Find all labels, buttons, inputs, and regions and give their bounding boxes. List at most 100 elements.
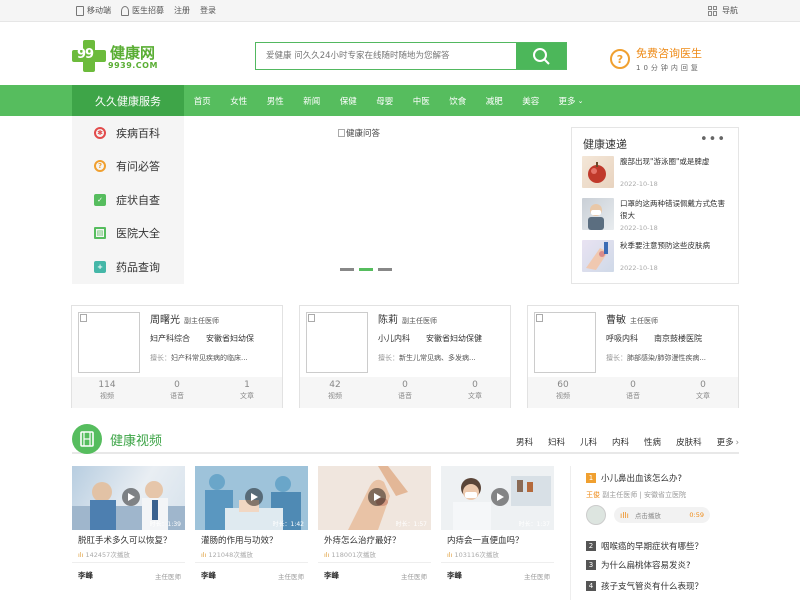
stat-audio[interactable]: 0 语音	[142, 377, 212, 408]
video-doctor[interactable]: 李峰	[78, 570, 93, 581]
nav-more[interactable]: 更多 ⌄	[549, 85, 593, 116]
nav-item[interactable]: 新闻	[294, 85, 331, 116]
tab-pediatrics[interactable]: 儿科	[580, 436, 597, 448]
logo-domain: 9939.COM	[108, 61, 158, 70]
free-consult[interactable]: ? 免费咨询医生 10分钟内回复	[610, 45, 702, 73]
doctor-card[interactable]: 曹敏 主任医师 呼吸内科 南京鼓楼医院 擅长：肺部感染/肺弥漫性疾病... 60 视频…	[527, 305, 739, 408]
play-icon[interactable]	[245, 488, 263, 506]
stat-videos[interactable]: 114 视频	[72, 377, 142, 408]
tab-andrology[interactable]: 男科	[516, 436, 533, 448]
search-icon	[533, 48, 550, 65]
video-card[interactable]: 时长：1:39 脱肛手术多久可以恢复？ ılı 142457次播放 李峰 主任医…	[72, 466, 185, 586]
nav-item[interactable]: 男性	[257, 85, 294, 116]
qa-item-featured[interactable]: 1 小儿鼻出血该怎么办?	[586, 472, 741, 484]
search-input[interactable]	[256, 43, 516, 69]
carousel-dot-active[interactable]	[359, 268, 373, 271]
nav-item[interactable]: 女性	[221, 85, 258, 116]
menu-symptom-check[interactable]: ✓ 症状自查	[72, 183, 184, 217]
nav-item[interactable]: 保健	[330, 85, 367, 116]
stat-audio[interactable]: 0 语音	[598, 377, 668, 408]
play-audio-button[interactable]: ıllı 点击播放 0:59	[614, 507, 710, 523]
menu-qa[interactable]: ? 有问必答	[72, 150, 184, 184]
audio-wave-icon: ıllı	[620, 510, 629, 520]
doctor-card[interactable]: 周曙光 副主任医师 妇产科综合 安徽省妇幼保 擅长：妇产科常见疾病的临床... 11…	[71, 305, 283, 408]
more-icon[interactable]: •••	[700, 132, 726, 147]
video-title[interactable]: 灌肠的作用与功效？	[201, 534, 278, 546]
register-link[interactable]: 注册	[174, 5, 190, 16]
play-icon[interactable]	[491, 488, 509, 506]
health-services-menu[interactable]: 久久健康服务	[72, 85, 184, 116]
broken-image-icon	[308, 314, 315, 322]
consult-title: 免费咨询医生	[636, 47, 702, 60]
menu-drugs[interactable]: + 药品查询	[72, 250, 184, 284]
video-title[interactable]: 内痔会一直便血吗？	[447, 534, 524, 546]
search-button[interactable]	[516, 43, 566, 69]
video-doctor[interactable]: 李峰	[201, 570, 216, 581]
qa-item[interactable]: 3 为什么扁桃体容易发炎?	[586, 559, 691, 571]
video-section-header: 健康视频 男科 妇科 儿科 内科 性病 皮肤科 更多 ›	[72, 424, 739, 454]
doctor-name[interactable]: 周曙光	[150, 315, 180, 326]
stat-videos[interactable]: 42 视频	[300, 377, 370, 408]
site-logo[interactable]: 99 健康网 9939.COM	[72, 40, 162, 72]
broken-image-icon	[80, 314, 87, 322]
doctor-stats: 60 视频 0 语音 0 文章	[528, 377, 738, 408]
doctor-name[interactable]: 曹敏	[606, 315, 626, 326]
nav-item[interactable]: 首页	[184, 85, 221, 116]
video-card[interactable]: 时长：1:37 内痔会一直便血吗？ ılı 103116次播放 李峰 主任医师	[441, 466, 554, 586]
doctor-title: 副主任医师	[184, 317, 219, 325]
banner-image[interactable]: 健康问答	[338, 127, 380, 139]
stat-audio[interactable]: 0 语音	[370, 377, 440, 408]
video-doctor[interactable]: 李峰	[447, 570, 462, 581]
chart-icon: ılı	[201, 551, 207, 559]
tab-dermatology[interactable]: 皮肤科	[676, 436, 702, 448]
news-item[interactable]: 腹部出现"游泳圈"或是脾虚 2022-10-18	[582, 156, 732, 196]
menu-disease-encyclopedia[interactable]: ✱ 疾病百科	[72, 116, 184, 150]
nav-item[interactable]: 减肥	[476, 85, 513, 116]
stat-articles[interactable]: 0 文章	[668, 377, 738, 408]
qa-item[interactable]: 4 孩子支气管炎有什么表现？	[586, 580, 703, 592]
nav-item[interactable]: 饮食	[440, 85, 477, 116]
login-link[interactable]: 登录	[200, 5, 216, 16]
news-thumbnail	[582, 198, 614, 230]
nav-item[interactable]: 美容	[513, 85, 550, 116]
nav-item[interactable]: 中医	[403, 85, 440, 116]
news-thumbnail	[582, 156, 614, 188]
stat-videos[interactable]: 60 视频	[528, 377, 598, 408]
video-tabs: 男科 妇科 儿科 内科 性病 皮肤科 更多 ›	[501, 436, 739, 448]
doctor-name[interactable]: 陈莉	[378, 315, 398, 326]
play-icon[interactable]	[122, 488, 140, 506]
video-title[interactable]: 脱肛手术多久可以恢复？	[78, 534, 172, 546]
carousel-dot[interactable]	[378, 268, 392, 271]
video-card[interactable]: 时长：1:42 灌肠的作用与功效？ ılı 121048次播放 李峰 主任医师	[195, 466, 308, 586]
doctor-hospital[interactable]: 安徽省妇幼保	[206, 333, 254, 344]
avatar	[586, 505, 606, 525]
video-card[interactable]: 时长：1:57 外痔怎么治疗最好？ ılı 118001次播放 李峰 主任医师	[318, 466, 431, 586]
tab-std[interactable]: 性病	[644, 436, 661, 448]
nav-item[interactable]: 母婴	[367, 85, 404, 116]
doctor-dept[interactable]: 呼吸内科	[606, 333, 638, 344]
stat-articles[interactable]: 0 文章	[440, 377, 510, 408]
doctor-dept[interactable]: 妇产科综合	[150, 333, 190, 344]
doctor-dept[interactable]: 小儿内科	[378, 333, 410, 344]
mobile-link[interactable]: 移动端	[76, 5, 111, 16]
stat-articles[interactable]: 1 文章	[212, 377, 282, 408]
doctor-card[interactable]: 陈莉 副主任医师 小儿内科 安徽省妇幼保健 擅长：新生儿常见病、多发病... 42 视…	[299, 305, 511, 408]
qa-item[interactable]: 2 咽喉癌的早期症状有哪些？	[586, 540, 703, 552]
carousel-dot[interactable]	[340, 268, 354, 271]
news-item[interactable]: 秋季要注意预防这些皮肤病 2022-10-18	[582, 240, 732, 280]
qa-question: 小儿鼻出血该怎么办?	[601, 474, 683, 484]
video-doctor[interactable]: 李峰	[324, 570, 339, 581]
video-plays: ılı 103116次播放	[447, 551, 499, 559]
video-plays: ılı 121048次播放	[201, 551, 253, 559]
tab-more[interactable]: 更多 ›	[717, 436, 739, 448]
tab-gynecology[interactable]: 妇科	[548, 436, 565, 448]
news-item[interactable]: 口罩的这两种错误佩戴方式危害很大 2022-10-18	[582, 198, 732, 238]
doctor-hospital[interactable]: 南京鼓楼医院	[654, 333, 702, 344]
recruit-link[interactable]: 医生招募	[121, 5, 164, 16]
menu-hospitals[interactable]: ▤ 医院大全	[72, 217, 184, 251]
play-icon[interactable]	[368, 488, 386, 506]
tab-internal[interactable]: 内科	[612, 436, 629, 448]
doctor-hospital[interactable]: 安徽省妇幼保健	[426, 333, 482, 344]
site-nav-link[interactable]: 导航	[708, 5, 738, 16]
video-title[interactable]: 外痔怎么治疗最好？	[324, 534, 401, 546]
